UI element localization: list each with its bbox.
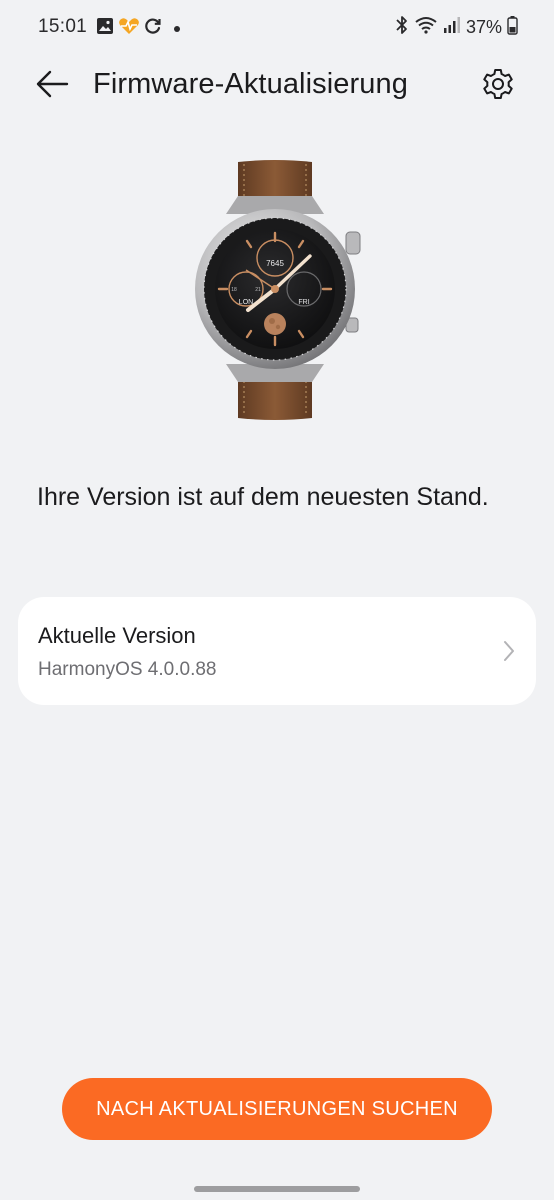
watch-tick-left: 18 xyxy=(231,287,237,293)
watch-left-subdial: LON xyxy=(239,299,253,306)
app-bar: Firmware-Aktualisierung xyxy=(0,56,554,118)
battery-icon xyxy=(507,15,518,40)
current-version-card[interactable]: Aktuelle Version HarmonyOS 4.0.0.88 xyxy=(18,597,536,705)
status-right-icons: 37% xyxy=(395,15,518,39)
gallery-icon xyxy=(96,17,114,40)
bluetooth-icon xyxy=(395,15,409,40)
gear-icon xyxy=(481,67,515,106)
battery-percentage: 37% xyxy=(465,16,502,37)
current-version-value: HarmonyOS 4.0.0.88 xyxy=(38,659,217,680)
current-version-label: Aktuelle Version xyxy=(38,623,196,648)
page-title: Firmware-Aktualisierung xyxy=(93,68,408,100)
status-bar: 15:01 37% xyxy=(0,0,554,56)
update-status-message: Ihre Version ist auf dem neuesten Stand. xyxy=(37,483,489,511)
back-button[interactable] xyxy=(30,66,74,106)
check-for-updates-button[interactable]: NACH AKTUALISIERUNGEN SUCHEN xyxy=(62,1078,492,1140)
firmware-update-screen: 15:01 37% Firmware-Aktualisierung 7645 L… xyxy=(0,0,554,1200)
notification-dot-icon xyxy=(174,19,180,37)
home-indicator[interactable] xyxy=(194,1186,360,1192)
sync-icon xyxy=(144,17,162,40)
back-arrow-icon xyxy=(35,70,69,103)
wifi-icon xyxy=(414,15,438,40)
settings-button[interactable] xyxy=(476,64,520,108)
signal-icon xyxy=(443,15,461,40)
watch-steps: 7645 xyxy=(266,259,284,268)
smartwatch-image: 7645 LON FRI 18 21 xyxy=(186,158,364,422)
chevron-right-icon xyxy=(502,639,516,663)
watch-right-subdial: FRI xyxy=(298,299,309,306)
watch-tick-right: 21 xyxy=(255,287,261,293)
health-app-icon xyxy=(118,17,140,40)
status-left-icons xyxy=(96,17,180,39)
status-time: 15:01 xyxy=(38,16,88,37)
